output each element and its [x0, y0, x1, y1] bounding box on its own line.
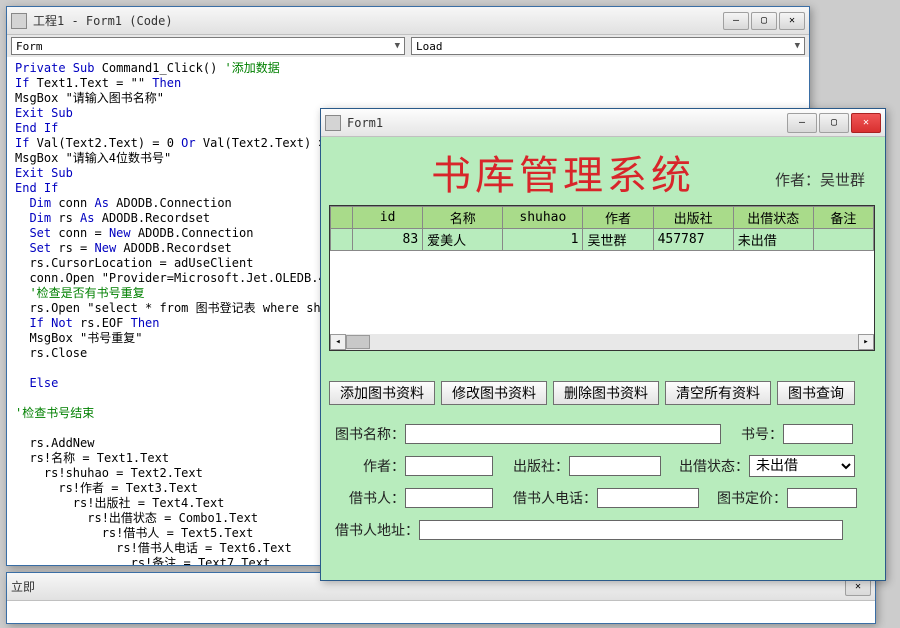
minimize-button[interactable]: — — [723, 12, 749, 30]
grid-header[interactable] — [331, 207, 353, 229]
code-titlebar[interactable]: 工程1 - Form1 (Code) — ▢ ✕ — [7, 7, 809, 35]
procedure-dropdown-value: Load — [416, 40, 443, 53]
grid-header[interactable]: shuhao — [503, 207, 583, 229]
grid-cell[interactable]: 83 — [353, 229, 423, 251]
edit-book-button[interactable]: 修改图书资料 — [441, 381, 547, 405]
add-book-button[interactable]: 添加图书资料 — [329, 381, 435, 405]
form-body: 书库管理系统 作者：吴世群 id名称shuhao作者出版社出借状态备注 83爱美… — [321, 137, 885, 580]
window-icon — [325, 115, 341, 131]
borrower-addr-input[interactable] — [419, 520, 843, 540]
grid-header[interactable]: 名称 — [423, 207, 503, 229]
form1-window: Form1 — ▢ ✕ 书库管理系统 作者：吴世群 id名称shuhao作者出版… — [320, 108, 886, 581]
grid-header[interactable]: 作者 — [583, 207, 653, 229]
query-book-button[interactable]: 图书查询 — [777, 381, 855, 405]
app-title: 书库管理系统 — [431, 143, 695, 201]
object-dropdown-value: Form — [16, 40, 43, 53]
publisher-label: 出版社： — [513, 456, 569, 476]
price-input[interactable] — [787, 488, 857, 508]
procedure-dropdown[interactable]: Load ▼ — [411, 37, 805, 55]
data-grid[interactable]: id名称shuhao作者出版社出借状态备注 83爱美人1吴世群457787未出借… — [329, 205, 875, 351]
grid-cell[interactable]: 未出借 — [733, 229, 813, 251]
maximize-button[interactable]: ▢ — [751, 12, 777, 30]
delete-book-button[interactable]: 删除图书资料 — [553, 381, 659, 405]
scroll-left-icon[interactable]: ◂ — [330, 334, 346, 350]
author-label: 作者： — [363, 456, 405, 476]
borrower-input[interactable] — [405, 488, 493, 508]
lend-status-select[interactable]: 未出借 — [749, 455, 855, 477]
button-row: 添加图书资料 修改图书资料 删除图书资料 清空所有资料 图书查询 — [329, 381, 855, 405]
lend-status-label: 出借状态： — [679, 456, 749, 476]
borrower-addr-label: 借书人地址： — [335, 520, 419, 540]
grid-cell[interactable]: 吴世群 — [583, 229, 653, 251]
object-dropdown[interactable]: Form ▼ — [11, 37, 405, 55]
window-icon — [11, 13, 27, 29]
grid-cell[interactable]: 457787 — [653, 229, 733, 251]
code-toolbar: Form ▼ Load ▼ — [7, 35, 809, 57]
chevron-down-icon: ▼ — [395, 41, 400, 51]
maximize-button[interactable]: ▢ — [819, 113, 849, 133]
borrower-phone-input[interactable] — [597, 488, 699, 508]
grid-header[interactable]: 备注 — [813, 207, 873, 229]
minimize-button[interactable]: — — [787, 113, 817, 133]
code-window-title: 工程1 - Form1 (Code) — [33, 12, 723, 29]
borrower-phone-label: 借书人电话： — [513, 488, 597, 508]
grid-header[interactable]: id — [353, 207, 423, 229]
grid-cell[interactable] — [813, 229, 873, 251]
book-no-input[interactable] — [783, 424, 853, 444]
grid-scrollbar[interactable]: ◂ ▸ — [330, 334, 874, 350]
close-button[interactable]: ✕ — [851, 113, 881, 133]
form1-titlebar[interactable]: Form1 — ▢ ✕ — [321, 109, 885, 137]
book-name-input[interactable] — [405, 424, 721, 444]
borrower-label: 借书人： — [349, 488, 405, 508]
form-fields: 图书名称： 书号： 作者： 出版社： 出借状态： 未出借 借书人： — [335, 423, 875, 551]
author-input[interactable] — [405, 456, 493, 476]
grid-cell[interactable]: 爱美人 — [423, 229, 503, 251]
price-label: 图书定价： — [717, 488, 787, 508]
form1-title: Form1 — [347, 116, 787, 130]
grid-data-row[interactable]: 83爱美人1吴世群457787未出借 — [331, 229, 874, 251]
book-no-label: 书号： — [741, 424, 783, 444]
grid-cell[interactable] — [331, 229, 353, 251]
book-name-label: 图书名称： — [335, 424, 405, 444]
scroll-right-icon[interactable]: ▸ — [858, 334, 874, 350]
publisher-input[interactable] — [569, 456, 661, 476]
scroll-thumb[interactable] — [346, 335, 370, 349]
clear-all-button[interactable]: 清空所有资料 — [665, 381, 771, 405]
immediate-body[interactable] — [7, 601, 875, 623]
grid-header[interactable]: 出借状态 — [733, 207, 813, 229]
grid-header[interactable]: 出版社 — [653, 207, 733, 229]
app-author: 作者：吴世群 — [775, 169, 865, 190]
grid-header-row: id名称shuhao作者出版社出借状态备注 — [331, 207, 874, 229]
chevron-down-icon: ▼ — [795, 41, 800, 51]
grid-cell[interactable]: 1 — [503, 229, 583, 251]
close-button[interactable]: ✕ — [779, 12, 805, 30]
